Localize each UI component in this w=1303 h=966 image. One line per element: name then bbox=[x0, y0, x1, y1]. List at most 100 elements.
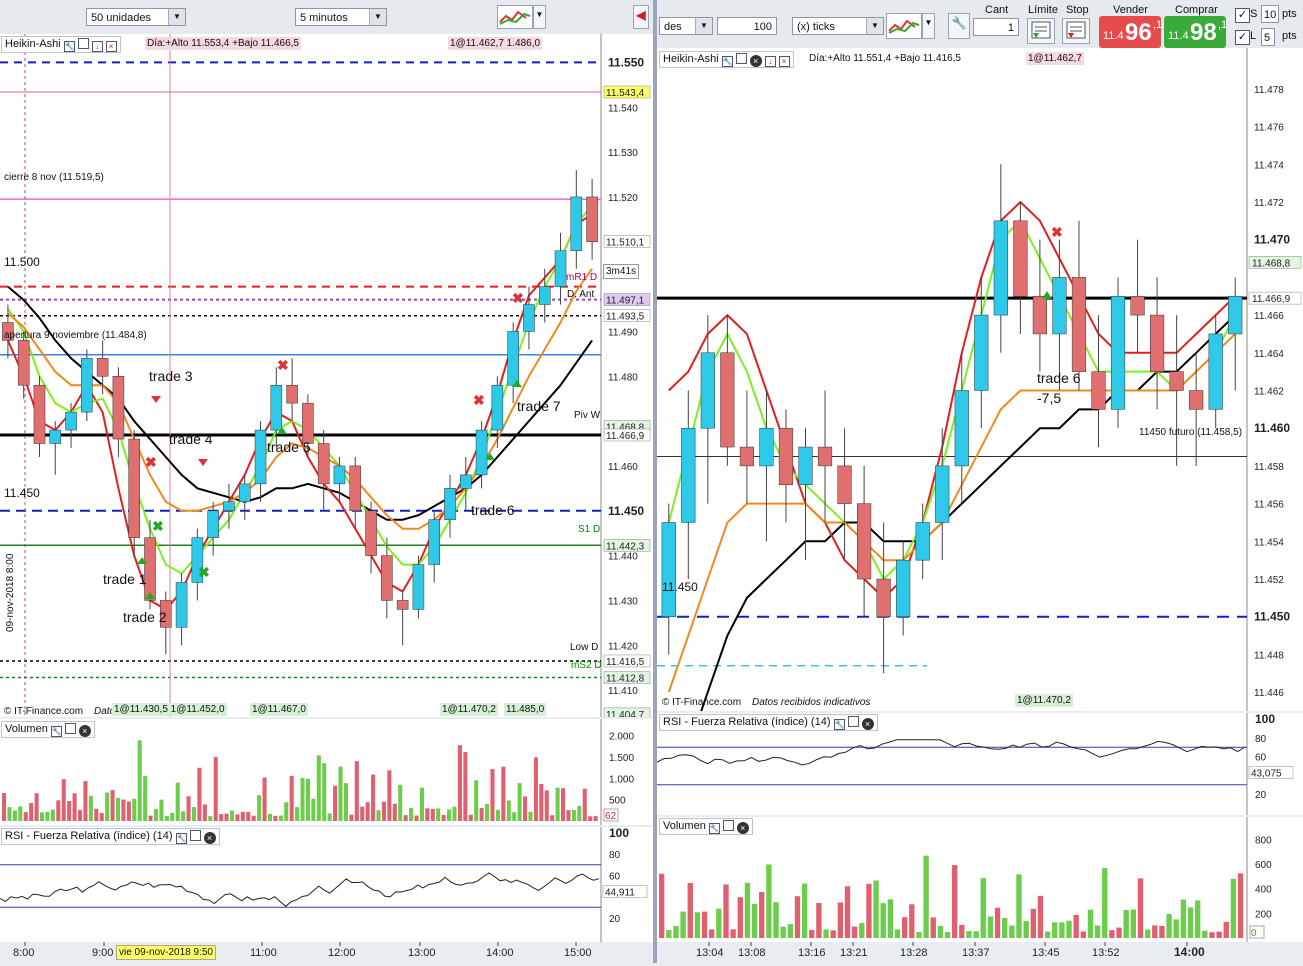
volume-bar bbox=[751, 903, 758, 938]
bottom-order-tag-2[interactable]: 1@11.467,0 bbox=[250, 703, 308, 716]
candle-body bbox=[681, 427, 696, 523]
moving-average-line-0 bbox=[7, 285, 593, 521]
limit-order-button[interactable] bbox=[1027, 18, 1055, 44]
y-tick-label: 1.000 bbox=[609, 774, 634, 785]
candle-body bbox=[444, 488, 456, 520]
candle-body bbox=[915, 522, 930, 561]
bottom-order-tag-1[interactable]: 1@11.430,5 1@11.452,0 bbox=[112, 703, 227, 716]
right-trade-6-result: -7,5 bbox=[1037, 390, 1062, 406]
wrench-icon[interactable]: 🔧 bbox=[175, 833, 187, 844]
ticks-input[interactable]: 100 bbox=[717, 17, 777, 35]
volume-bar bbox=[1152, 925, 1158, 938]
sell-button[interactable]: 11.4 96 ,1 bbox=[1099, 16, 1162, 48]
window-icon[interactable] bbox=[722, 820, 734, 831]
indicator-tools-button[interactable] bbox=[497, 5, 533, 29]
volume-bar bbox=[687, 883, 693, 938]
wrench-icon[interactable]: 🔧 bbox=[63, 41, 75, 52]
candle-body bbox=[876, 578, 891, 617]
volume-bar bbox=[425, 808, 430, 821]
close-order-icon[interactable]: × bbox=[778, 56, 790, 67]
left-day-range: Día:+Alto 11.553,4 +Bajo 11.466,5 bbox=[145, 37, 301, 50]
price-tag-text: 11.543,4 bbox=[606, 88, 645, 99]
s-points-input[interactable]: 10 bbox=[1261, 5, 1279, 23]
account-value: des bbox=[664, 21, 682, 33]
close-icon[interactable]: × bbox=[203, 832, 216, 844]
moving-average-line-1 bbox=[668, 200, 1236, 600]
candle-body bbox=[778, 427, 794, 486]
bottom-order-tag-3[interactable]: 1@11.470,2 bbox=[440, 703, 498, 716]
wrench-icon[interactable]: 🔧 bbox=[721, 56, 733, 67]
right-main-chart[interactable]: 11.478 11.476 11.474 11.472 11.470 11.466 11.4… bbox=[657, 48, 1303, 711]
buy-button[interactable]: 11.4 98 ,1 bbox=[1164, 16, 1227, 48]
buy-price-prefix: 11.4 bbox=[1168, 30, 1189, 42]
volume-bar bbox=[766, 864, 772, 938]
left-copyright: © IT-Finance.com bbox=[4, 706, 84, 717]
timeframe-select[interactable]: 5 minutos ▼ bbox=[295, 8, 387, 26]
y-tick-label: 11.430 bbox=[608, 596, 638, 607]
right-bottom-order-tag[interactable]: 1@11.470,2 bbox=[1015, 694, 1073, 707]
volume-bar bbox=[403, 815, 408, 821]
x-tick-label: 13:16 bbox=[798, 947, 826, 959]
order-icon[interactable]: ↓ bbox=[764, 56, 776, 67]
right-volume-panel[interactable]: 800 600 400 200 0 Volumen 🔧 × bbox=[657, 817, 1303, 942]
x-tick-label: 13:37 bbox=[962, 947, 990, 959]
y-tick-label: 11.472 bbox=[1254, 198, 1284, 209]
quantity-select[interactable]: 50 unidades ▼ bbox=[86, 8, 186, 26]
volume-bar bbox=[447, 809, 452, 821]
left-top-order-tag[interactable]: 1@11.462,7 1.486,0 bbox=[448, 37, 543, 50]
candle-body bbox=[428, 519, 440, 565]
close-order-icon[interactable]: × bbox=[105, 41, 117, 52]
left-rsi-panel[interactable]: 100 80 60 20 44,911 RSI - Fuerza Relativa (í… bbox=[0, 827, 653, 942]
close-icon[interactable]: × bbox=[736, 822, 749, 834]
volume-bar bbox=[392, 803, 397, 821]
settings-button[interactable]: 🔧 bbox=[948, 13, 970, 39]
right-top-order-tag[interactable]: 1@11.462,7 bbox=[1026, 52, 1084, 65]
close-icon[interactable]: × bbox=[749, 55, 762, 67]
close-icon[interactable]: × bbox=[861, 718, 874, 730]
timeframe-value: 5 minutos bbox=[300, 12, 348, 24]
y-tick-label: 60 bbox=[609, 871, 621, 882]
volume-bar bbox=[923, 855, 929, 938]
indicator-dropdown-button[interactable]: ▼ bbox=[922, 13, 935, 39]
volume-bar bbox=[944, 932, 951, 938]
bottom-order-tag-4[interactable]: 11.485,0 bbox=[504, 703, 547, 716]
indicator-tools-button[interactable] bbox=[886, 13, 922, 39]
account-select[interactable]: des ▼ bbox=[659, 17, 713, 35]
volume-bar bbox=[257, 795, 262, 821]
collapse-panel-button[interactable]: ◀ bbox=[633, 5, 649, 29]
left-main-chart[interactable]: 11.550 11.540 11.530 11.520 11.490 11.480 11.4… bbox=[0, 34, 653, 717]
window-icon[interactable] bbox=[77, 38, 89, 49]
candle-body bbox=[144, 537, 156, 601]
right-day-range: Día:+Alto 11.551,4 +Bajo 11.416,5 bbox=[809, 53, 961, 64]
window-icon[interactable] bbox=[847, 716, 859, 727]
y-tick-label: 100 bbox=[1255, 713, 1275, 726]
window-icon[interactable] bbox=[189, 830, 201, 841]
volume-bar bbox=[1116, 927, 1122, 938]
ticks-unit-select[interactable]: (x) ticks ▼ bbox=[792, 17, 884, 35]
wrench-icon[interactable]: 🔧 bbox=[833, 719, 845, 730]
ticks-unit-value: (x) ticks bbox=[797, 21, 835, 33]
window-icon[interactable] bbox=[64, 723, 76, 734]
left-volume-panel[interactable]: 2.000 1.500 1.000 500 62 Volumen 🔧 × bbox=[0, 719, 653, 825]
candle-body bbox=[896, 559, 911, 617]
right-rsi-panel[interactable]: 100 80 60 20 43,075 RSI - Fuerza Relativa (í… bbox=[657, 713, 1303, 815]
order-icon[interactable]: ↓ bbox=[91, 41, 103, 52]
indicator-dropdown-button[interactable]: ▼ bbox=[533, 5, 546, 29]
volume-bar bbox=[191, 807, 197, 821]
cant-input[interactable]: 1 bbox=[973, 18, 1019, 36]
volume-bar bbox=[430, 808, 435, 821]
window-icon[interactable] bbox=[735, 53, 747, 64]
s-checkbox[interactable]: ✓ bbox=[1235, 8, 1250, 23]
candle-body bbox=[412, 564, 425, 610]
volume-bar bbox=[666, 930, 672, 938]
l-points-input[interactable]: 5 bbox=[1261, 28, 1275, 46]
volume-bar bbox=[251, 815, 256, 821]
wrench-icon[interactable]: 🔧 bbox=[708, 823, 720, 834]
volume-bar bbox=[723, 884, 729, 938]
volume-bar bbox=[72, 793, 77, 821]
stop-order-button[interactable] bbox=[1062, 18, 1090, 44]
close-icon[interactable]: × bbox=[78, 725, 91, 737]
volume-bar bbox=[495, 809, 500, 821]
wrench-icon[interactable]: 🔧 bbox=[50, 726, 62, 737]
l-checkbox[interactable]: ✓ bbox=[1235, 30, 1250, 45]
